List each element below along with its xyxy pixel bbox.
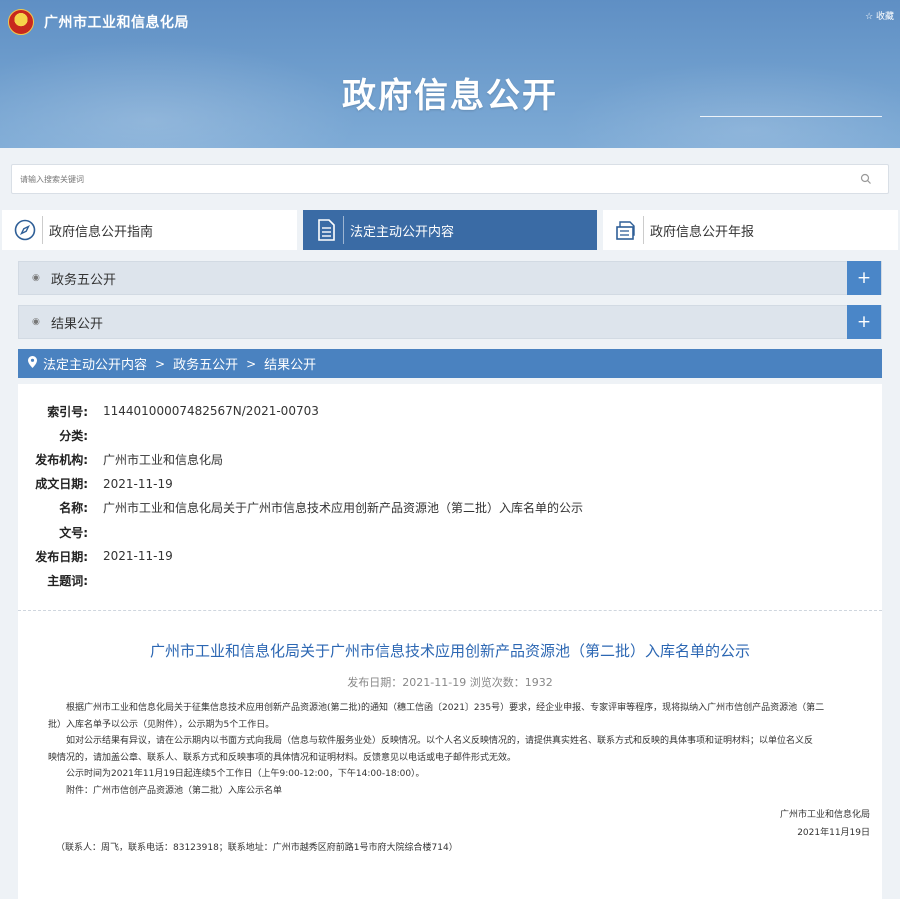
section-tabs: 政府信息公开指南 法定主动公开内容 政府信息公开年报: [0, 210, 900, 250]
meta-key: 主题词:: [47, 573, 88, 588]
bullet-icon: ◉: [32, 317, 40, 327]
document-title: 广州市工业和信息化局关于广州市信息技术应用创新产品资源池（第二批）入库名单的公示: [149, 642, 750, 660]
breadcrumb-separator: >: [246, 356, 257, 371]
document-body: 根据广州市工业和信息化局关于征集信息技术应用创新产品资源池(第二批)的通知（穗工…: [48, 700, 872, 799]
attachment-link[interactable]: 附件：广州市信创产品资源池（第二批）入库公示名单: [48, 783, 872, 800]
document-list-icon: [312, 216, 340, 244]
banner-title: 政府信息公开: [342, 76, 558, 116]
meta-key: 文号:: [59, 525, 88, 540]
meta-row: 成文日期: 2021-11-19: [18, 472, 882, 496]
body-paragraph: 如对公示结果有异议，请在公示期内以书面方式向我局（信息与软件服务业处）反映情况。…: [66, 736, 814, 746]
accordion-label: 结果公开: [51, 316, 104, 332]
page-header: ★ 广州市工业和信息化局 ☆ 收藏 政府信息公开: [0, 0, 900, 148]
body-paragraph: 批）入库名单予以公示（见附件），公示期为5个工作日。: [48, 719, 275, 730]
tab-annual-report[interactable]: 政府信息公开年报: [603, 210, 898, 250]
meta-value: 2021-11-19: [103, 476, 173, 491]
compass-icon: [11, 216, 39, 244]
search-bar: [11, 164, 889, 194]
body-paragraph: 根据广州市工业和信息化局关于征集信息技术应用创新产品资源池(第二批)的通知（穗工…: [66, 703, 825, 713]
report-stack-icon: [612, 216, 640, 244]
accordion-result-disclosure[interactable]: ◉ 结果公开 +: [18, 305, 882, 339]
tab-divider: [643, 216, 644, 244]
favorite-link[interactable]: ☆ 收藏: [865, 9, 894, 22]
meta-value: 2021-11-19: [103, 549, 173, 564]
signature-block: 广州市工业和信息化局 2021年11月19日: [780, 806, 870, 842]
breadcrumb-separator: >: [155, 356, 166, 371]
expand-button[interactable]: +: [847, 305, 881, 339]
tab-label: 政府信息公开指南: [49, 224, 154, 240]
tab-label: 政府信息公开年报: [650, 224, 755, 240]
search-icon[interactable]: [860, 173, 872, 185]
meta-row: 名称: 广州市工业和信息化局关于广州市信息技术应用创新产品资源池（第二批）入库名单…: [18, 496, 882, 520]
expand-button[interactable]: +: [847, 261, 881, 295]
search-input[interactable]: [12, 165, 852, 193]
meta-value: 广州市工业和信息化局关于广州市信息技术应用创新产品资源池（第二批）入库名单的公示: [103, 501, 584, 516]
breadcrumb: 法定主动公开内容 > 政务五公开 > 结果公开: [18, 349, 882, 378]
location-pin-icon: [28, 356, 37, 371]
meta-key: 索引号:: [47, 404, 88, 419]
national-emblem-icon: ★: [8, 9, 34, 35]
tab-statutory-content[interactable]: 法定主动公开内容: [303, 210, 597, 250]
meta-row: 主题词:: [18, 568, 882, 592]
meta-row: 分类:: [18, 423, 882, 447]
accordion-label: 政务五公开: [51, 272, 117, 288]
document-metadata: 索引号: 11440100007482567N/2021-00703 分类: 发布…: [18, 399, 882, 593]
meta-row: 发布日期: 2021-11-19: [18, 544, 882, 568]
meta-row: 文号:: [18, 520, 882, 544]
tab-divider: [42, 216, 43, 244]
meta-value: 11440100007482567N/2021-00703: [103, 404, 319, 419]
banner-divider: [700, 116, 882, 117]
bullet-icon: ◉: [32, 273, 40, 283]
breadcrumb-link[interactable]: 结果公开: [264, 354, 316, 373]
document-publish-info: 发布日期：2021-11-19 浏览次数：1932: [347, 676, 553, 689]
contact-info: （联系人：周飞，联系电话：83123918；联系地址：广州市越秀区府前路1号市府…: [56, 843, 458, 853]
tab-disclosure-guide[interactable]: 政府信息公开指南: [2, 210, 297, 250]
body-paragraph: 公示时间为2021年11月19日起连续5个工作日（上午9:00-12:00，下午…: [66, 769, 425, 779]
meta-row: 发布机构: 广州市工业和信息化局: [18, 447, 882, 471]
meta-key: 成文日期:: [35, 477, 88, 492]
tab-divider: [343, 216, 344, 244]
breadcrumb-link[interactable]: 政务五公开: [173, 354, 238, 373]
tab-label: 法定主动公开内容: [350, 224, 455, 240]
signature-date: 2021年11月19日: [797, 828, 870, 838]
signature-org: 广州市工业和信息化局: [779, 810, 870, 820]
breadcrumb-link[interactable]: 法定主动公开内容: [43, 354, 147, 373]
content-panel: 索引号: 11440100007482567N/2021-00703 分类: 发布…: [18, 384, 882, 899]
site-logo[interactable]: ★ 广州市工业和信息化局: [8, 9, 189, 35]
section-divider: [18, 610, 882, 611]
meta-key: 分类:: [59, 428, 88, 443]
meta-key: 名称:: [59, 501, 88, 516]
accordion-five-disclosures[interactable]: ◉ 政务五公开 +: [18, 261, 882, 295]
meta-value: 广州市工业和信息化局: [103, 452, 224, 467]
body-paragraph: 映情况的，请加盖公章、联系人、联系方式和反映事项的具体情况和证明材料。反馈意见以…: [48, 752, 517, 763]
meta-row: 索引号: 11440100007482567N/2021-00703: [18, 399, 882, 423]
meta-key: 发布机构:: [35, 452, 88, 467]
site-name: 广州市工业和信息化局: [44, 15, 189, 31]
meta-key: 发布日期:: [35, 549, 88, 564]
